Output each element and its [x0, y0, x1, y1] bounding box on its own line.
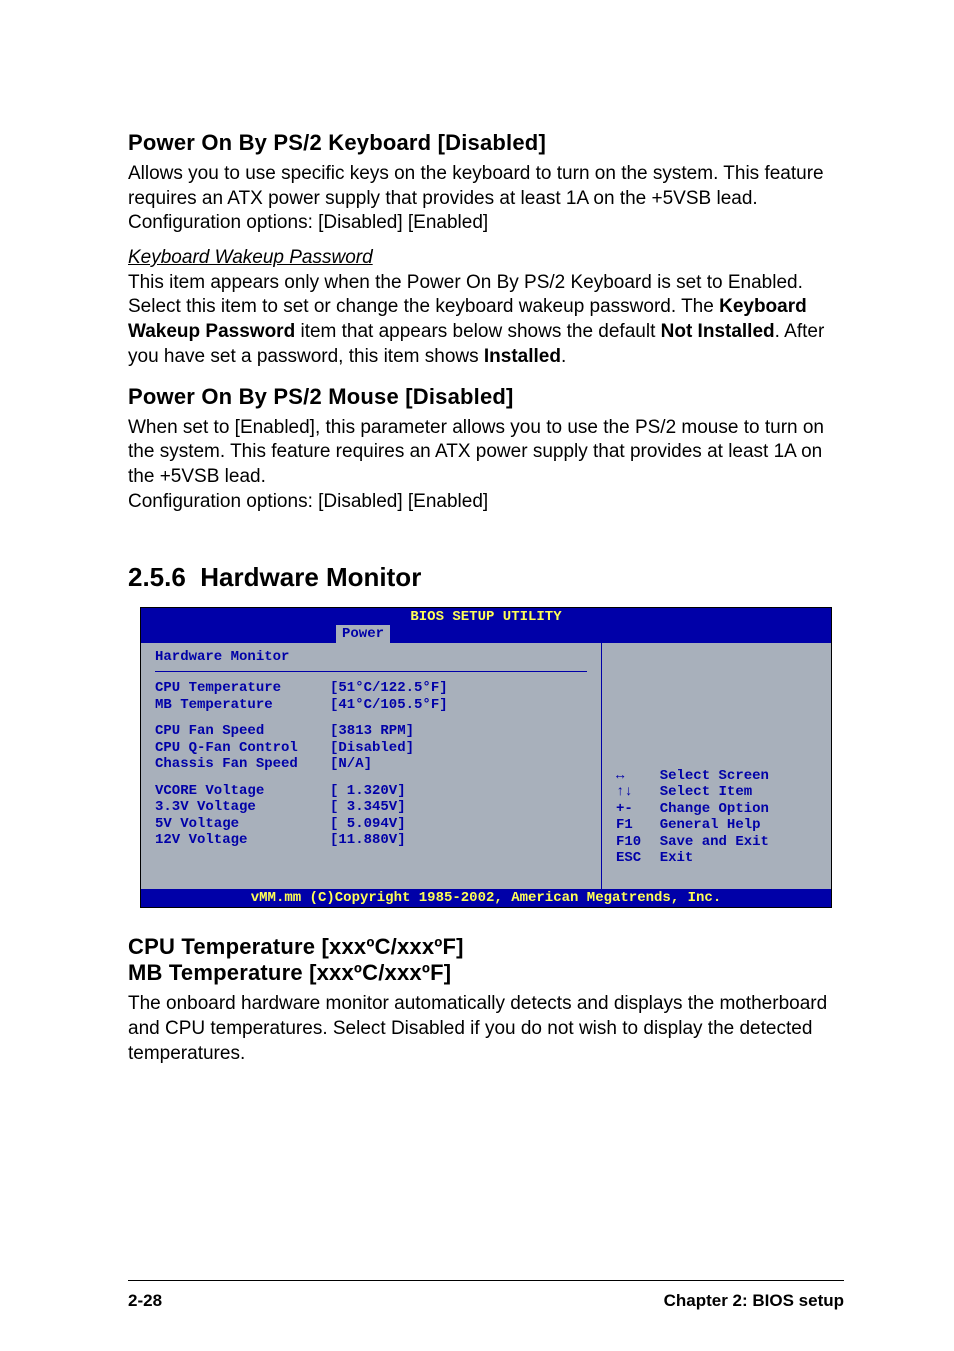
- bios-help-key: F1: [616, 817, 660, 834]
- bios-label: CPU Temperature: [155, 680, 330, 697]
- bios-row: VCORE Voltage[ 1.320V]: [155, 783, 587, 800]
- kwp-text-1: This item appears only when the Power On…: [128, 272, 803, 318]
- bios-value: [51°C/122.5°F]: [330, 680, 448, 697]
- heading-mb-temp: MB Temperature [xxxºC/xxxºF]: [128, 960, 844, 986]
- bios-row: MB Temperature[41°C/105.5°F]: [155, 697, 587, 714]
- bios-help-action: Select Screen: [660, 768, 821, 785]
- bios-row: 5V Voltage[ 5.094V]: [155, 816, 587, 833]
- bios-help-key: +-: [616, 801, 660, 818]
- bios-right-pane: ↔Select Screen ↑↓Select Item +-Change Op…: [602, 643, 831, 889]
- bios-help-action: Exit: [660, 850, 821, 867]
- bios-label: VCORE Voltage: [155, 783, 330, 800]
- major-num: 2.5.6: [128, 562, 186, 592]
- bios-help-row: ↔Select Screen: [616, 768, 821, 785]
- bios-help-action: Change Option: [660, 801, 821, 818]
- sub-block-keyboard-wakeup: Keyboard Wakeup Password This item appea…: [128, 246, 844, 369]
- page-footer: 2-28 Chapter 2: BIOS setup: [128, 1291, 844, 1311]
- bios-help-key: ESC: [616, 850, 660, 867]
- bios-label: MB Temperature: [155, 697, 330, 714]
- kwp-text-4: .: [561, 346, 566, 367]
- bios-value: [41°C/105.5°F]: [330, 697, 448, 714]
- bios-label: CPU Fan Speed: [155, 723, 330, 740]
- bios-value: [ 1.320V]: [330, 783, 406, 800]
- bios-footer: vMM.mm (C)Copyright 1985-2002, American …: [141, 889, 831, 908]
- body-temp: The onboard hardware monitor automatical…: [128, 992, 844, 1066]
- body-ps2-mouse-1: When set to [Enabled], this parameter al…: [128, 416, 844, 490]
- bios-help-row: ↑↓Select Item: [616, 784, 821, 801]
- bios-row: 12V Voltage[11.880V]: [155, 832, 587, 849]
- bios-row: Chassis Fan Speed[N/A]: [155, 756, 587, 773]
- footer-chapter: Chapter 2: BIOS setup: [664, 1291, 844, 1311]
- bios-left-inner: CPU Temperature[51°C/122.5°F] MB Tempera…: [155, 671, 587, 849]
- bios-value: [11.880V]: [330, 832, 406, 849]
- bios-help-table: ↔Select Screen ↑↓Select Item +-Change Op…: [616, 768, 821, 867]
- bios-value: [ 3.345V]: [330, 799, 406, 816]
- bios-row: CPU Fan Speed[3813 RPM]: [155, 723, 587, 740]
- bios-label: 12V Voltage: [155, 832, 330, 849]
- page: Power On By PS/2 Keyboard [Disabled] All…: [0, 0, 954, 1351]
- bios-screenshot: BIOS SETUP UTILITY Power Hardware Monito…: [140, 607, 832, 908]
- bios-row: CPU Temperature[51°C/122.5°F]: [155, 680, 587, 697]
- bios-help-action: Save and Exit: [660, 834, 821, 851]
- bios-label: CPU Q-Fan Control: [155, 740, 330, 757]
- kwp-bold-3: Installed: [484, 346, 561, 367]
- bios-label: Chassis Fan Speed: [155, 756, 330, 773]
- bios-body: Hardware Monitor CPU Temperature[51°C/12…: [141, 643, 831, 889]
- sub-heading-kwp: Keyboard Wakeup Password: [128, 247, 373, 268]
- bios-help-action: Select Item: [660, 784, 821, 801]
- heading-cpu-temp: CPU Temperature [xxxºC/xxxºF]: [128, 934, 844, 960]
- bios-row: CPU Q-Fan Control[Disabled]: [155, 740, 587, 757]
- bios-help-row: +-Change Option: [616, 801, 821, 818]
- bios-title: BIOS SETUP UTILITY: [141, 608, 831, 626]
- footer-page-num: 2-28: [128, 1291, 162, 1311]
- major-title: Hardware Monitor: [200, 562, 421, 592]
- bios-value: [3813 RPM]: [330, 723, 414, 740]
- bios-panel-title: Hardware Monitor: [155, 649, 587, 666]
- bios-help-row: F1General Help: [616, 817, 821, 834]
- bios-help-key: F10: [616, 834, 660, 851]
- bios-help-key: ↑↓: [616, 784, 660, 801]
- bios-value: [N/A]: [330, 756, 372, 773]
- bios-label: 5V Voltage: [155, 816, 330, 833]
- bios-help-row: ESCExit: [616, 850, 821, 867]
- heading-ps2-keyboard: Power On By PS/2 Keyboard [Disabled]: [128, 130, 844, 156]
- bios-label: 3.3V Voltage: [155, 799, 330, 816]
- bios-row: 3.3V Voltage[ 3.345V]: [155, 799, 587, 816]
- heading-hardware-monitor: 2.5.6 Hardware Monitor: [128, 562, 844, 593]
- bios-tabs: Power: [141, 626, 831, 643]
- kwp-bold-2: Not Installed: [661, 321, 775, 342]
- bios-help-row: F10Save and Exit: [616, 834, 821, 851]
- body-ps2-keyboard: Allows you to use specific keys on the k…: [128, 162, 844, 236]
- body-ps2-mouse-2: Configuration options: [Disabled] [Enabl…: [128, 490, 844, 515]
- kwp-text-2: item that appears below shows the defaul…: [295, 321, 660, 342]
- bios-left-pane: Hardware Monitor CPU Temperature[51°C/12…: [141, 643, 602, 889]
- bios-help-action: General Help: [660, 817, 821, 834]
- heading-ps2-mouse: Power On By PS/2 Mouse [Disabled]: [128, 384, 844, 410]
- bios-value: [Disabled]: [330, 740, 414, 757]
- bios-value: [ 5.094V]: [330, 816, 406, 833]
- footer-rule: [128, 1280, 844, 1281]
- bios-help-key: ↔: [616, 768, 660, 785]
